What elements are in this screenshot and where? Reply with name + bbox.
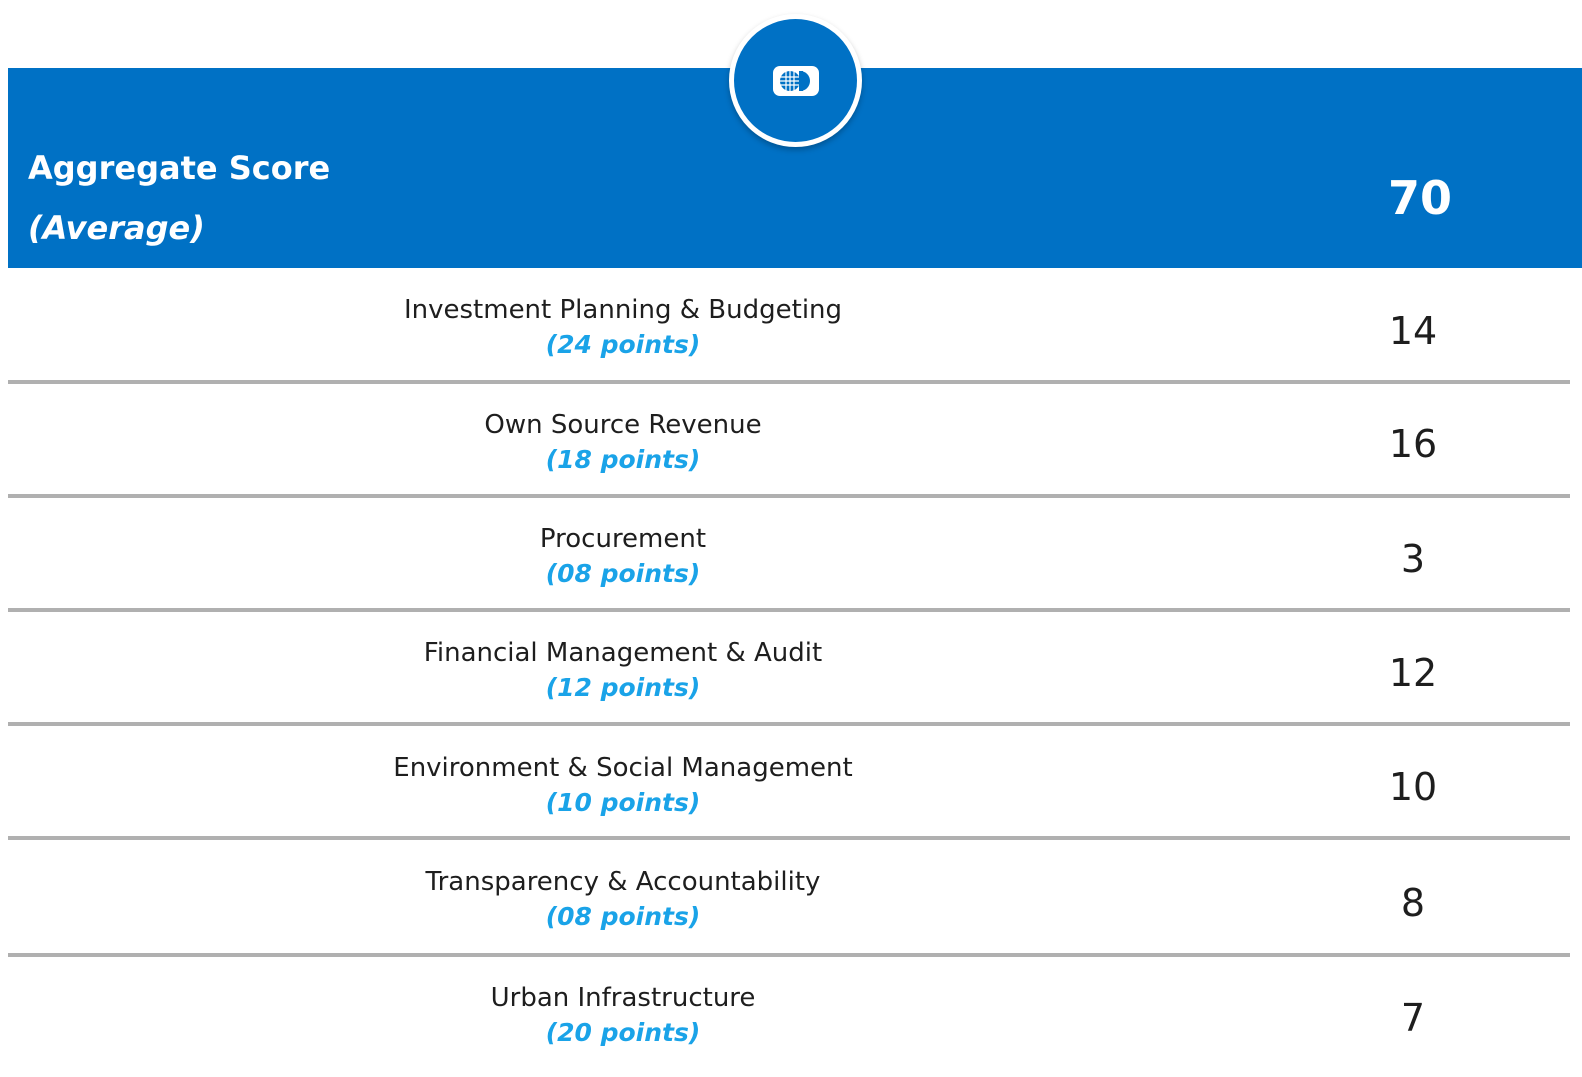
category-points: (08 points)	[545, 902, 701, 931]
logo-badge	[729, 14, 862, 147]
category-name: Procurement	[539, 524, 707, 554]
category-row: Transparency & Accountability (08 points…	[8, 840, 1570, 954]
category-name: Transparency & Accountability	[425, 867, 821, 897]
category-row: Procurement (08 points) 3	[8, 498, 1570, 612]
category-points: (08 points)	[545, 559, 701, 588]
category-score: 8	[1400, 881, 1426, 925]
category-score: 12	[1388, 651, 1438, 695]
category-points: (20 points)	[545, 1018, 701, 1047]
category-row: Urban Infrastructure (20 points) 7	[8, 957, 1570, 1071]
category-score: 7	[1400, 996, 1426, 1040]
category-points: (18 points)	[545, 445, 701, 474]
category-points: (10 points)	[545, 788, 701, 817]
globe-logo-icon	[772, 65, 819, 96]
category-name: Financial Management & Audit	[423, 638, 823, 668]
category-score: 3	[1400, 537, 1426, 581]
category-name: Investment Planning & Budgeting	[403, 295, 843, 325]
category-row: Own Source Revenue (18 points) 16	[8, 384, 1570, 498]
category-name: Own Source Revenue	[484, 410, 762, 440]
category-name: Urban Infrastructure	[490, 983, 756, 1013]
category-row: Investment Planning & Budgeting (24 poin…	[8, 270, 1570, 384]
category-row: Environment & Social Management (10 poin…	[8, 726, 1570, 840]
aggregate-score-subtitle: (Average)	[28, 209, 205, 247]
category-points: (24 points)	[545, 330, 701, 359]
category-score: 14	[1388, 309, 1438, 353]
category-points: (12 points)	[545, 673, 701, 702]
aggregate-score-title: Aggregate Score	[28, 149, 331, 187]
category-name: Environment & Social Management	[393, 753, 853, 783]
category-score: 16	[1388, 422, 1438, 466]
category-score: 10	[1388, 765, 1438, 809]
aggregate-score-value: 70	[1387, 171, 1452, 225]
category-row: Financial Management & Audit (12 points)…	[8, 612, 1570, 726]
